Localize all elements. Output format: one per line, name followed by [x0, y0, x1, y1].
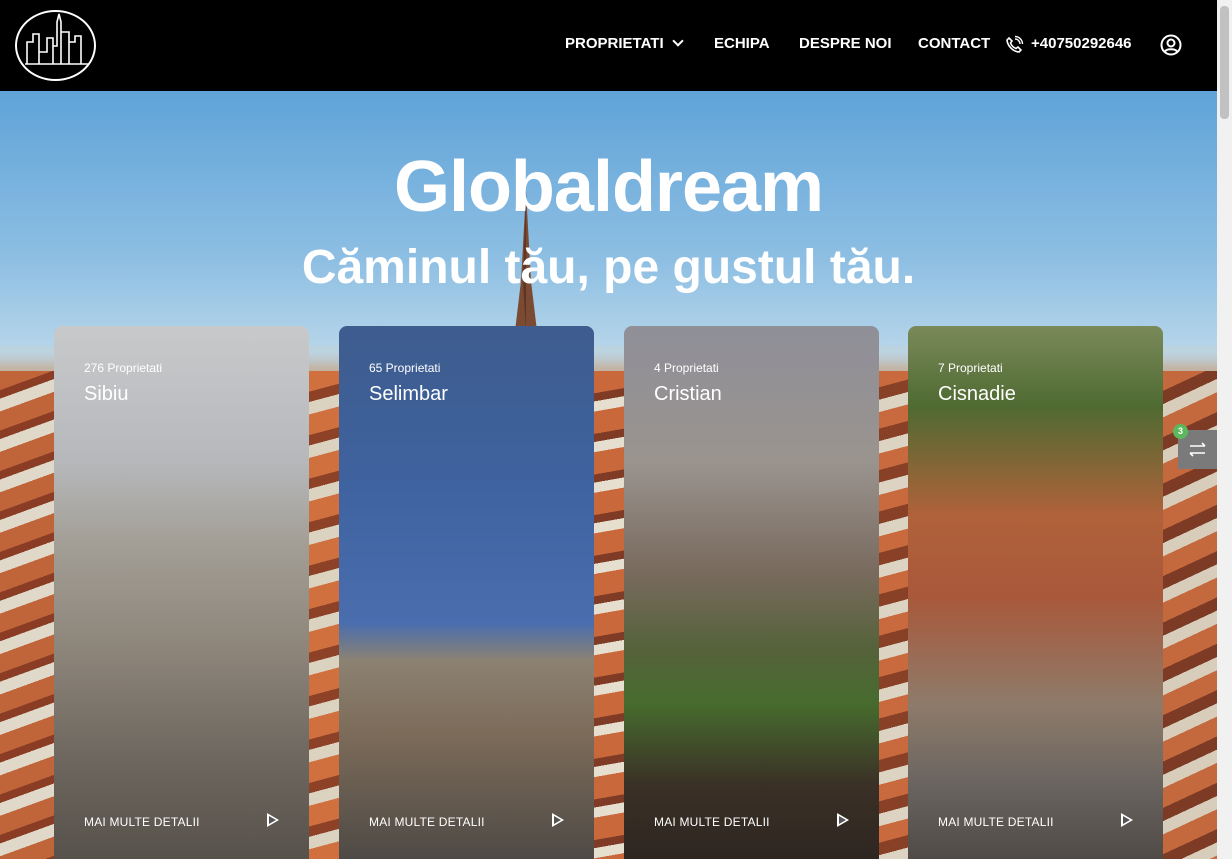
user-icon[interactable] — [1160, 34, 1182, 61]
play-icon[interactable] — [267, 813, 279, 827]
nav-despre-noi[interactable]: DESPRE NOI — [799, 35, 892, 52]
card-name: Cristian — [654, 383, 722, 405]
card-count: 65 Proprietati — [369, 361, 441, 375]
nav-contact[interactable]: CONTACT — [918, 35, 990, 52]
card-count: 276 Proprietati — [84, 361, 163, 375]
rooftops-gap-1 — [309, 371, 339, 859]
city-card-selimbar[interactable]: 65 Proprietati Selimbar MAI MULTE DETALI… — [339, 326, 594, 859]
card-name: Sibiu — [84, 383, 129, 405]
city-card-sibiu[interactable]: 276 Proprietati Sibiu MAI MULTE DETALII — [54, 326, 309, 859]
hero-subtitle: Căminul tău, pe gustul tău. — [301, 241, 916, 294]
rooftops-left — [0, 371, 60, 859]
card-more-details[interactable]: MAI MULTE DETALII — [369, 815, 485, 829]
play-icon[interactable] — [552, 813, 564, 827]
play-icon[interactable] — [1121, 813, 1133, 827]
nav-proprietati[interactable]: PROPRIETATI — [565, 35, 684, 52]
logo-skyline-icon[interactable] — [15, 10, 96, 81]
scrollbar-thumb[interactable] — [1220, 6, 1229, 119]
card-count: 7 Proprietati — [938, 361, 1003, 375]
chevron-down-icon — [671, 35, 684, 47]
rooftops-gap-3 — [878, 371, 908, 859]
compare-count-badge: 3 — [1173, 424, 1188, 439]
card-more-details[interactable]: MAI MULTE DETALII — [654, 815, 770, 829]
nav-echipa[interactable]: ECHIPA — [714, 35, 770, 52]
rooftops-gap-2 — [594, 371, 624, 859]
phone-icon[interactable] — [1004, 35, 1024, 60]
card-name: Cisnadie — [938, 383, 1016, 405]
city-card-cristian[interactable]: 4 Proprietati Cristian MAI MULTE DETALII — [624, 326, 879, 859]
page-scrollbar[interactable] — [1217, 0, 1232, 859]
play-icon[interactable] — [837, 813, 849, 827]
site-header: PROPRIETATI ECHIPA DESPRE NOI CONTACT +4… — [0, 0, 1217, 91]
city-card-cisnadie[interactable]: 7 Proprietati Cisnadie MAI MULTE DETALII — [908, 326, 1163, 859]
nav-proprietati-label: PROPRIETATI — [565, 35, 664, 52]
card-more-details[interactable]: MAI MULTE DETALII — [84, 815, 200, 829]
card-count: 4 Proprietati — [654, 361, 719, 375]
card-name: Selimbar — [369, 383, 448, 405]
card-more-details[interactable]: MAI MULTE DETALII — [938, 815, 1054, 829]
hero-title: Globaldream — [393, 147, 824, 227]
phone-number-link[interactable]: +40750292646 — [1031, 35, 1132, 52]
